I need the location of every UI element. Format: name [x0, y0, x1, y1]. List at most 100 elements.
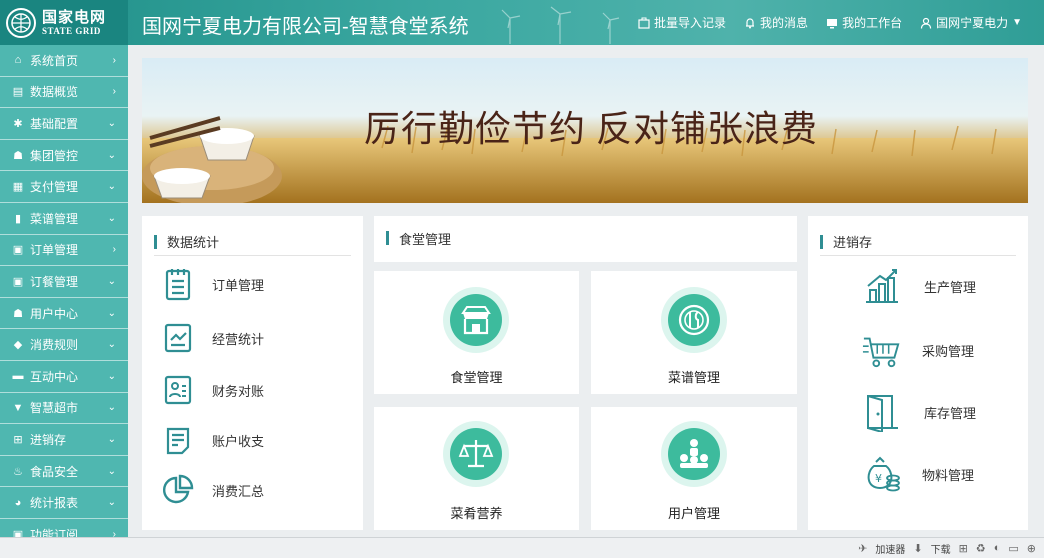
inv-item-stock-label: 库存管理 — [924, 405, 977, 421]
data-stats-title: 数据统计 — [167, 235, 220, 250]
chevron-down-icon: ⌄ — [107, 117, 116, 129]
sidebar-item-label: 集团管控 — [30, 148, 79, 163]
inv-item-production[interactable]: 生产管理 — [862, 266, 976, 306]
chevron-down-icon: ⌄ — [107, 339, 116, 351]
globe-icon — [6, 7, 36, 38]
sidebar-item-9[interactable]: ◆ 消费规则 ⌄ — [0, 329, 128, 361]
browser-status-bar: ✈ 加速器 ⬇ 下载 ⊞ ♻ ◐ ▭ ⊕ — [0, 537, 1044, 558]
sidebar-item-15[interactable]: ▣ 功能订阅 › — [0, 519, 128, 537]
screen-icon[interactable]: ▭ — [1008, 542, 1018, 555]
door-icon — [862, 392, 902, 432]
stats-item-finance[interactable]: 财务对账 — [158, 370, 264, 410]
sidebar-item-11[interactable]: ▼ 智慧超市 ⌄ — [0, 393, 128, 425]
chevron-right-icon: › — [112, 86, 116, 98]
card-canteen-label: 食堂管理 — [450, 370, 503, 385]
sidebar-item-5[interactable]: ▮ 菜谱管理 ⌄ — [0, 203, 128, 235]
sidebar-item-8[interactable]: ☗ 用户中心 ⌄ — [0, 298, 128, 330]
accelerator-button[interactable]: 加速器 — [875, 541, 905, 556]
sidebar-item-2[interactable]: ✱ 基础配置 ⌄ — [0, 108, 128, 140]
sidebar-item-10[interactable]: ▬ 互动中心 ⌄ — [0, 361, 128, 393]
sidebar-item-3[interactable]: ☗ 集团管控 ⌄ — [0, 140, 128, 172]
sidebar-item-6[interactable]: ▣ 订单管理 › — [0, 235, 128, 267]
dinner-plate-icon — [661, 287, 727, 353]
panel-accent-bar — [386, 231, 389, 245]
sidebar-item-label: 系统首页 — [30, 53, 79, 68]
pie-chart-icon — [158, 470, 198, 510]
sound-icon[interactable]: ◐ — [994, 542, 1001, 554]
tag-icon: ◆ — [13, 339, 23, 352]
messages-link[interactable]: 我的消息 — [744, 14, 808, 31]
inv-item-material[interactable]: ¥ 物料管理 — [862, 454, 974, 494]
sidebar-item-14[interactable]: ◕ 统计报表 ⌄ — [0, 487, 128, 519]
sidebar-item-7[interactable]: ▣ 订餐管理 ⌄ — [0, 266, 128, 298]
money-bag-icon: ¥ — [862, 454, 902, 494]
sidebar-item-label: 用户中心 — [30, 306, 79, 321]
group-icon: ☗ — [13, 149, 23, 162]
card-user-management[interactable]: 用户管理 — [591, 407, 797, 530]
home-icon: ⌂ — [14, 54, 22, 67]
stats-item-account[interactable]: 账户收支 — [158, 420, 264, 460]
top-header: 国家电网 STATE GRID 国网宁夏电力有限公司-智慧食堂系统 批量导入记录… — [0, 0, 1044, 45]
stats-item-business-label: 经营统计 — [212, 331, 265, 347]
sidebar-item-label: 消费规则 — [30, 338, 79, 353]
workbench-label: 我的工作台 — [842, 16, 903, 30]
chevron-down-icon: ⌄ — [107, 497, 116, 509]
inv-item-procurement-label: 采购管理 — [922, 343, 975, 359]
download-icon: ⬇ — [913, 542, 923, 555]
logo-cn-text: 国家电网 — [42, 8, 107, 26]
inv-item-stock[interactable]: 库存管理 — [862, 392, 976, 432]
sidebar-item-label: 互动中心 — [30, 369, 79, 384]
user-name: 国网宁夏电力 — [936, 16, 1009, 30]
workbench-link[interactable]: 我的工作台 — [826, 14, 902, 31]
panel-accent-bar — [154, 234, 157, 249]
batch-import-link[interactable]: 批量导入记录 — [638, 14, 726, 31]
user-icon: ☗ — [13, 307, 23, 320]
sidebar-item-12[interactable]: ⊞ 进销存 ⌄ — [0, 424, 128, 456]
sidebar-item-4[interactable]: ▦ 支付管理 ⌄ — [0, 171, 128, 203]
chart-icon: ▤ — [12, 86, 24, 99]
sidebar-item-1[interactable]: ▤ 数据概览 › — [0, 77, 128, 109]
trash-icon[interactable]: ♻ — [976, 542, 986, 555]
stats-item-order[interactable]: 订单管理 — [158, 264, 264, 304]
chevron-right-icon: › — [112, 54, 116, 66]
accelerator-icon: ✈ — [858, 542, 868, 555]
sidebar-item-label: 功能订阅 — [30, 527, 79, 537]
zoom-icon[interactable]: ⊕ — [1027, 542, 1036, 555]
user-icon — [920, 17, 932, 29]
messages-label: 我的消息 — [760, 16, 809, 30]
id-card-icon — [158, 370, 198, 410]
sidebar-item-label: 统计报表 — [30, 496, 79, 511]
sidebar-item-label: 菜谱管理 — [30, 211, 79, 226]
card-menu-management[interactable]: 菜谱管理 — [591, 271, 797, 394]
download-button[interactable]: 下载 — [931, 541, 951, 556]
wind-turbine-decoration — [501, 6, 620, 44]
sidebar-item-13[interactable]: ♨ 食品安全 ⌄ — [0, 456, 128, 488]
card-dish-nutrition[interactable]: 菜肴营养 — [374, 407, 579, 530]
user-menu[interactable]: 国网宁夏电力 ▼ — [920, 14, 1022, 31]
canteen-panel-header: 食堂管理 — [374, 216, 797, 262]
meal-order-icon: ▣ — [12, 275, 24, 288]
subscribe-icon: ▣ — [12, 528, 24, 537]
card-canteen-management[interactable]: 食堂管理 — [374, 271, 579, 394]
state-grid-logo[interactable]: 国家电网 STATE GRID — [0, 0, 128, 45]
sidebar-item-label: 订单管理 — [30, 243, 79, 258]
sidebar-item-0[interactable]: ⌂ 系统首页 › — [0, 45, 128, 77]
stats-item-account-label: 账户收支 — [212, 433, 265, 449]
chat-icon: ▬ — [12, 370, 24, 383]
window-icon[interactable]: ⊞ — [959, 542, 968, 555]
users-group-icon — [661, 421, 727, 487]
chevron-right-icon: › — [112, 244, 116, 256]
card-nutrition-label: 菜肴营养 — [450, 506, 503, 521]
stats-item-consumption[interactable]: 消费汇总 — [158, 470, 264, 510]
chevron-down-icon: ⌄ — [107, 402, 116, 414]
caret-down-icon: ▼ — [1012, 17, 1022, 28]
stats-item-consumption-label: 消费汇总 — [212, 483, 265, 499]
inv-item-procurement[interactable]: 采购管理 — [862, 330, 974, 370]
food-safety-icon: ♨ — [13, 465, 23, 478]
stats-item-business[interactable]: 经营统计 — [158, 318, 264, 358]
trend-chart-icon — [158, 318, 198, 358]
app-title: 国网宁夏电力有限公司-智慧食堂系统 — [142, 16, 469, 38]
svg-text:¥: ¥ — [875, 472, 882, 485]
data-stats-panel: 数据统计 订单管理 经营统计 财务对账 账户收支 消费汇总 — [142, 216, 363, 530]
growth-chart-icon — [862, 266, 902, 306]
